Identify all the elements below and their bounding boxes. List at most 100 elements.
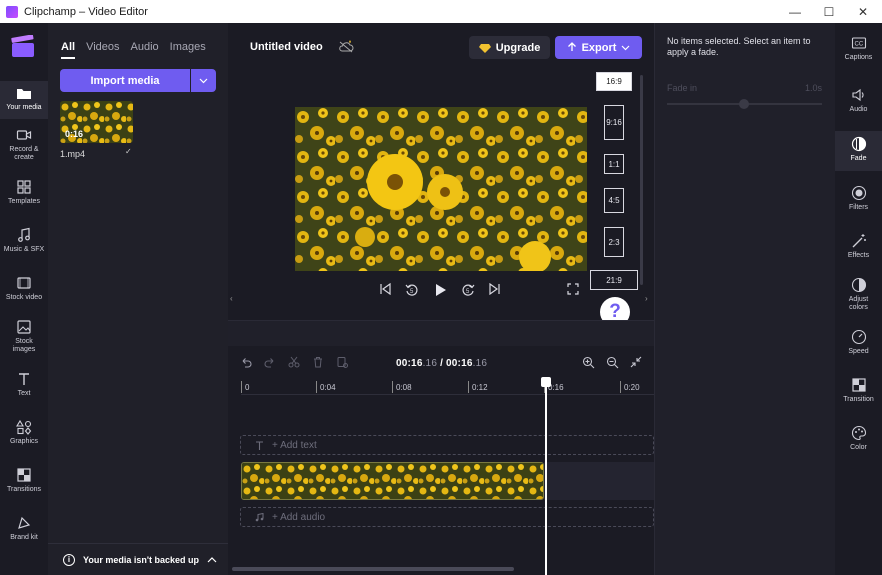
current-time: 00:16 [396,358,423,369]
rail-item-music-sfx[interactable]: Music & SFX [0,227,48,257]
cloud-off-icon [339,40,354,53]
chevron-down-icon [621,45,630,50]
rail-item-transitions[interactable]: Transitions [0,467,48,497]
rail-item-label: Stock video [5,294,43,301]
backup-notice[interactable]: i Your media isn't backed up [48,543,228,575]
rail-item-color[interactable]: Color [835,425,882,457]
aspect-ratio-scrollbar[interactable] [640,75,643,285]
rail-item-graphics[interactable]: Graphics [0,419,48,449]
add-text-track[interactable]: + Add text [240,435,654,455]
total-time: 00:16 [446,358,473,369]
upgrade-button[interactable]: Upgrade [469,36,550,59]
minimize-button[interactable]: — [778,0,812,23]
aspect-ratio-1-1[interactable]: 1:1 [604,154,624,174]
rail-item-templates[interactable]: Templates [0,179,48,209]
add-audio-track[interactable]: + Add audio [240,507,654,527]
rail-item-speed[interactable]: Speed [835,329,882,361]
rail-item-adjust-colors[interactable]: Adjust colors [835,277,882,317]
rail-item-your-media[interactable]: Your media [0,81,48,119]
rail-item-captions[interactable]: CC Captions [835,35,882,67]
rewind-5-icon[interactable]: 5 [405,283,419,297]
filters-icon [851,185,866,201]
fit-timeline-icon[interactable] [630,356,642,368]
aspect-ratio-16-9[interactable]: 16:9 [596,72,632,91]
upload-icon [567,42,576,51]
playhead[interactable] [545,377,547,575]
current-time-fraction: .16 [422,358,438,369]
left-navigation-rail: Your media Record & create Templates Mus… [0,23,48,575]
tab-audio[interactable]: Audio [131,41,159,53]
skip-forward-icon[interactable] [489,283,501,295]
rail-item-effects[interactable]: Effects [835,233,882,265]
ruler-tick-mark [620,381,621,393]
play-icon[interactable] [433,283,447,297]
fullscreen-icon[interactable] [567,283,579,295]
undo-icon[interactable] [240,356,252,368]
ruler-tick-mark [468,381,469,393]
tab-videos[interactable]: Videos [86,41,119,53]
collapse-right-panel-icon[interactable]: › [645,294,648,303]
no-selection-message: No items selected. Select an item to app… [667,36,811,57]
fade-in-label: Fade in [667,83,698,93]
video-preview[interactable] [295,107,587,271]
aspect-ratio-2-3[interactable]: 2:3 [604,227,624,257]
maximize-button[interactable]: ☐ [812,0,846,23]
svg-text:5: 5 [410,289,414,295]
rail-item-record-create[interactable]: Record & create [0,127,48,167]
timeline-ruler[interactable]: 0 0:04 0:08 0:12 0:16 0:20 [241,379,654,395]
video-clip[interactable] [241,462,544,500]
trash-icon[interactable] [312,356,324,368]
templates-icon [17,180,31,194]
media-filename: 1.mp4 [60,149,86,159]
forward-5-icon[interactable]: 5 [461,283,475,297]
playhead-handle[interactable] [541,377,551,387]
rail-item-text[interactable]: Text [0,371,48,401]
rail-item-brand-kit[interactable]: Brand kit [0,515,48,545]
redo-icon[interactable] [264,356,276,368]
scissors-icon[interactable] [288,356,300,368]
detach-audio-icon[interactable] [336,356,348,368]
zoom-out-icon[interactable] [606,356,619,369]
time-separator: / [437,358,447,369]
timecode-display: 00:16.16 / 00:16.16 [396,358,487,369]
rail-item-fade[interactable]: Fade [835,131,882,171]
video-clip-thumbnails [242,463,543,499]
import-media-button[interactable]: Import media [60,69,190,92]
zoom-in-icon[interactable] [582,356,595,369]
ruler-tick-mark [316,381,317,393]
diamond-icon [478,43,491,53]
aspect-ratio-4-5[interactable]: 4:5 [604,188,624,213]
export-button[interactable]: Export [555,36,642,59]
video-title[interactable]: Untitled video [250,41,323,53]
tab-all[interactable]: All [61,41,75,53]
collapse-left-panel-icon[interactable]: ‹ [230,294,233,303]
video-track-empty [544,462,654,500]
rail-item-label: Stock images [12,338,36,353]
checkmark-icon: ✓ [125,147,132,156]
tab-images[interactable]: Images [170,41,206,53]
media-thumbnail[interactable]: 0:16 [60,101,133,143]
aspect-ratio-21-9[interactable]: 21:9 [590,270,638,290]
rail-item-transition[interactable]: Transition [835,377,882,409]
adjust-colors-icon [851,277,866,293]
rail-item-label: Filters [848,204,869,211]
rail-item-stock-video[interactable]: Stock video [0,275,48,305]
aspect-ratio-9-16[interactable]: 9:16 [604,105,624,140]
chevron-up-icon[interactable] [207,556,217,563]
rail-item-label: Transition [843,396,874,403]
rail-item-audio[interactable]: Audio [835,87,882,119]
fade-in-slider-handle[interactable] [739,99,749,109]
film-icon [17,277,31,289]
svg-text:CC: CC [854,42,863,48]
close-button[interactable]: ✕ [846,0,880,23]
timeline-scrollbar[interactable] [232,567,514,571]
transition-icon [17,468,31,482]
rail-item-stock-images[interactable]: Stock images [0,319,48,359]
ruler-tick: 0:20 [624,383,640,392]
rail-item-filters[interactable]: Filters [835,185,882,217]
speedometer-icon [851,329,866,345]
rail-item-label: Captions [844,54,873,61]
add-audio-label: + Add audio [272,511,326,523]
import-media-dropdown[interactable] [191,69,216,92]
skip-back-icon[interactable] [379,283,391,295]
